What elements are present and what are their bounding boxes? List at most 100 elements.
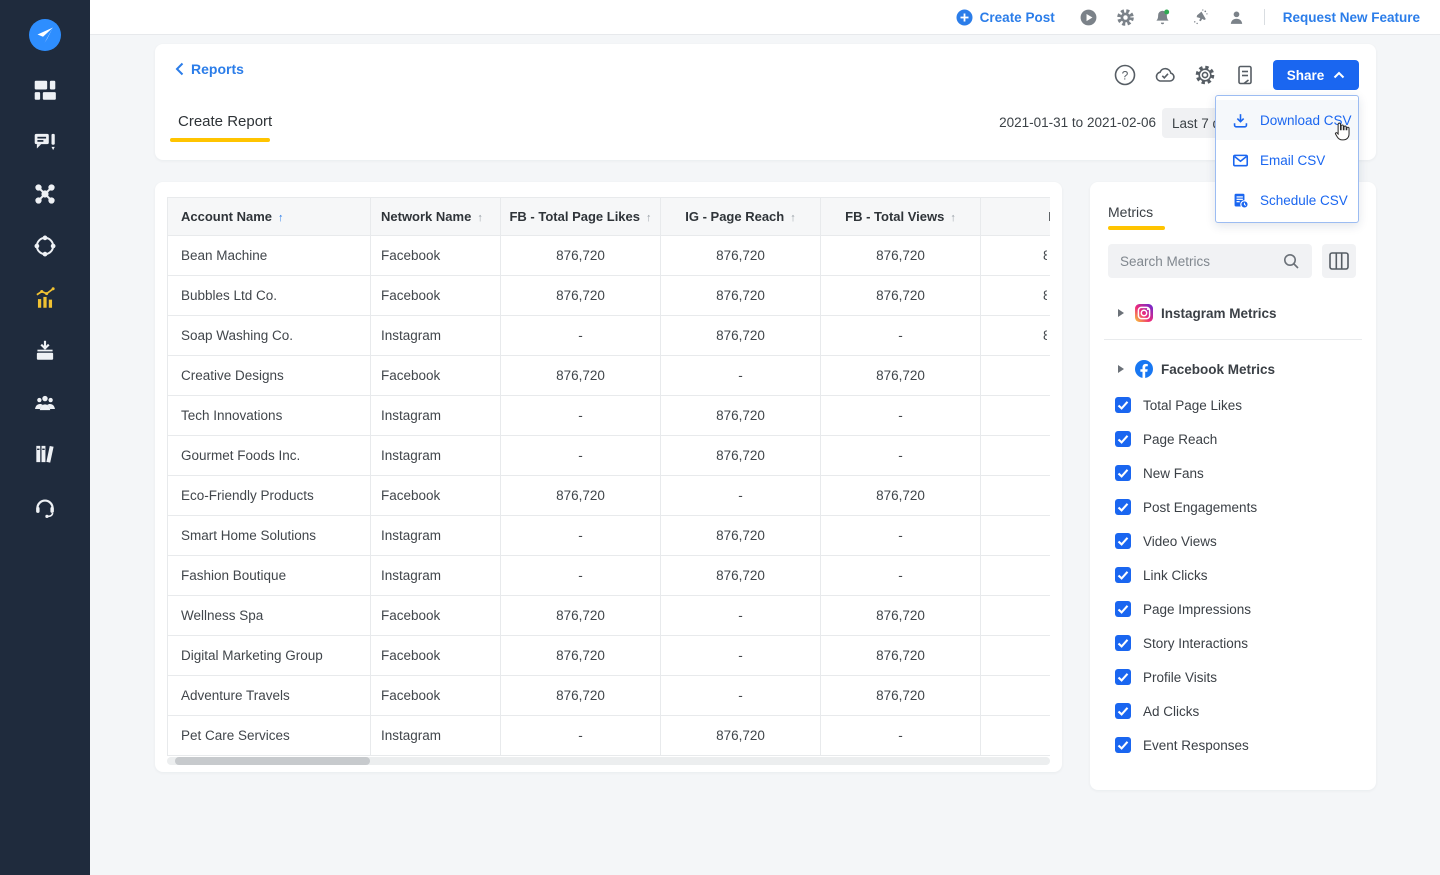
cell-account-name: Tech Innovations [168,396,371,436]
table-row: Bubbles Ltd Co.Facebook876,720876,720876… [168,276,1051,316]
cell-account-name: Fashion Boutique [168,556,371,596]
tab-create-report[interactable]: Create Report [178,113,272,130]
cell-network-name: Instagram [371,396,501,436]
play-circle-icon[interactable] [1079,8,1098,27]
request-new-feature-link[interactable]: Request New Feature [1283,10,1420,25]
cell-ig-page-reach: 876,720 [661,396,821,436]
column-header-fb-total-views[interactable]: FB - Total Views↑ [821,198,981,236]
cell-account-name: Adventure Travels [168,676,371,716]
horizontal-scrollbar-thumb[interactable] [175,757,370,765]
metric-label: Page Impressions [1143,602,1251,617]
cell-fb-total-page-likes: 876,720 [501,636,661,676]
profile-icon[interactable] [1227,8,1246,27]
column-header-ig-page-reach[interactable]: IG - Page Reach↑ [661,198,821,236]
section-label: Instagram Metrics [1161,306,1277,321]
cell-ig-page-reach: - [661,356,821,396]
cell-fb-total-page-likes: 876,720 [501,676,661,716]
clipped-value-fragment: 876,720 [1043,328,1047,341]
checkbox-checked[interactable] [1115,465,1131,481]
tab-metrics[interactable]: Metrics [1108,204,1153,220]
table-row: Bean MachineFacebook876,720876,720876,72… [168,236,1051,276]
library-icon[interactable] [32,441,58,467]
cloud-check-icon[interactable] [1153,63,1177,87]
report-header-card: Reports Create Report 2021-01-31 to 2021… [155,44,1376,160]
search-metrics-input[interactable] [1108,244,1312,278]
column-header-fb-posts[interactable]: FB - Posts [981,198,1051,236]
section-facebook-metrics[interactable]: Facebook Metrics [1090,356,1376,382]
team-icon[interactable] [32,389,58,415]
gear-icon[interactable] [1116,8,1135,27]
column-header-fb-total-page-likes[interactable]: FB - Total Page Likes↑ [501,198,661,236]
section-divider [1104,339,1362,340]
column-header-network-name[interactable]: Network Name↑ [371,198,501,236]
checkbox-checked[interactable] [1115,737,1131,753]
svg-text:?: ? [1122,69,1129,83]
checkbox-checked[interactable] [1115,635,1131,651]
posts-icon[interactable] [32,129,58,155]
announcements-icon[interactable] [1190,8,1209,27]
table-row: Pet Care ServicesInstagram-876,720- [168,716,1051,756]
cell-fb-total-views: - [821,396,981,436]
column-header-account-name[interactable]: Account Name↑ [168,198,371,236]
table-row: Eco-Friendly ProductsFacebook876,720-876… [168,476,1051,516]
cell-fb-posts-clipped [981,556,1051,596]
checkbox-checked[interactable] [1115,669,1131,685]
support-icon[interactable] [32,493,58,519]
cell-network-name: Facebook [371,676,501,716]
metric-label: Event Responses [1143,738,1249,753]
menu-item-download-csv[interactable]: Download CSV [1216,100,1358,140]
metric-list-item: Ad Clicks [1090,694,1376,728]
connect-icon[interactable] [32,181,58,207]
menu-item-schedule-csv[interactable]: Schedule CSV [1216,180,1358,220]
checkbox-checked[interactable] [1115,703,1131,719]
menu-item-email-csv[interactable]: Email CSV [1216,140,1358,180]
discover-icon[interactable] [32,233,58,259]
help-circle-icon[interactable]: ? [1113,63,1137,87]
metric-label: Video Views [1143,534,1217,549]
checkbox-checked[interactable] [1115,397,1131,413]
checkbox-checked[interactable] [1115,533,1131,549]
checkbox-checked[interactable] [1115,567,1131,583]
cell-ig-page-reach: 876,720 [661,716,821,756]
metric-label: Profile Visits [1143,670,1217,685]
cell-fb-total-page-likes: 876,720 [501,596,661,636]
cell-account-name: Digital Marketing Group [168,636,371,676]
settings-gear-icon[interactable] [1193,63,1217,87]
metric-label: New Fans [1143,466,1204,481]
section-instagram-metrics[interactable]: Instagram Metrics [1090,300,1376,326]
cell-network-name: Facebook [371,356,501,396]
cell-fb-total-views: 876,720 [821,676,981,716]
create-post-button[interactable]: Create Post [956,9,1055,26]
cell-fb-total-page-likes: 876,720 [501,276,661,316]
metric-list-item: Story Interactions [1090,626,1376,660]
cell-ig-page-reach: 876,720 [661,276,821,316]
checkbox-checked[interactable] [1115,431,1131,447]
sort-arrow-icon: ↑ [950,212,956,224]
checkbox-checked[interactable] [1115,499,1131,515]
column-settings-button[interactable] [1322,244,1356,278]
cell-fb-total-page-likes: 876,720 [501,476,661,516]
sort-arrow-icon: ↑ [278,212,284,224]
table-row: Fashion BoutiqueInstagram-876,720- [168,556,1051,596]
cell-fb-total-page-likes: - [501,716,661,756]
cell-network-name: Instagram [371,436,501,476]
schedule-icon [1231,191,1250,210]
share-button[interactable]: Share [1273,60,1359,90]
metrics-panel: Metrics Instagram Metrics Facebook Metri… [1090,182,1376,790]
metrics-tab-underline [1108,226,1165,230]
cell-ig-page-reach: - [661,476,821,516]
app-logo-icon[interactable] [28,18,62,52]
analytics-icon-active[interactable] [32,285,58,311]
table-row: Gourmet Foods Inc.Instagram-876,720- [168,436,1051,476]
table-row: Digital Marketing GroupFacebook876,720-8… [168,636,1051,676]
checkbox-checked[interactable] [1115,601,1131,617]
sort-arrow-icon: ↑ [790,212,796,224]
report-log-icon[interactable] [1233,63,1257,87]
bell-notification-icon[interactable] [1153,8,1172,27]
inbox-icon[interactable] [32,337,58,363]
back-to-reports-link[interactable]: Reports [175,61,244,77]
horizontal-scrollbar-track[interactable] [167,757,1050,765]
back-link-label: Reports [191,61,244,77]
cell-fb-total-page-likes: 876,720 [501,236,661,276]
dashboard-icon[interactable] [32,77,58,103]
